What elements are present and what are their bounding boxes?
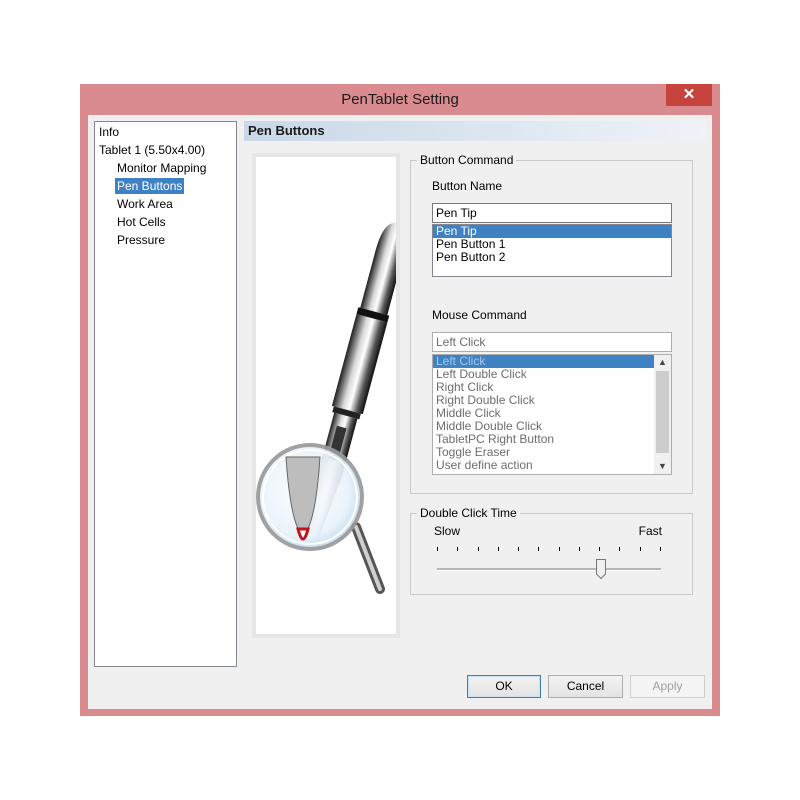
tree-item-info[interactable]: Info [97,124,121,140]
tree-item-monitor-mapping[interactable]: Monitor Mapping [115,160,208,176]
ok-button[interactable]: OK [467,675,541,698]
cancel-button[interactable]: Cancel [548,675,623,698]
button-name-field[interactable]: Pen Tip [432,203,672,223]
button-command-group-title: Button Command [417,153,517,167]
button-name-list[interactable]: Pen Tip Pen Button 1 Pen Button 2 [432,224,672,277]
button-command-group: Button Command Button Name Pen Tip Pen T… [410,153,693,494]
apply-button[interactable]: Apply [630,675,705,698]
chevron-up-icon[interactable]: ▲ [654,355,671,370]
window-title: PenTablet Setting [341,91,459,108]
button-name-label: Button Name [432,179,503,193]
slider-track [437,568,661,571]
pen-icon [256,222,406,594]
pen-illustration [252,153,406,638]
tree-item-pressure[interactable]: Pressure [115,232,167,248]
mouse-command-scrollbar[interactable]: ▲ ▼ [654,355,671,474]
mouse-command-list[interactable]: Left Click Left Double Click Right Click… [432,354,672,475]
slider-tick [498,547,499,551]
mouse-command-field[interactable]: Left Click [432,332,672,352]
close-icon: ✕ [682,86,696,103]
dialog-client-area: Info Tablet 1 (5.50x4.00) Monitor Mappin… [88,115,712,709]
slider-tick [437,547,438,551]
slider-tick [640,547,641,551]
double-click-time-group: Double Click Time Slow Fast [410,506,693,595]
chevron-down-icon[interactable]: ▼ [654,459,671,474]
slider-thumb[interactable] [596,559,606,579]
slider-tick [599,547,600,551]
slider-tick [518,547,519,551]
slow-label: Slow [434,524,461,538]
list-item-pen-button-2[interactable]: Pen Button 2 [433,251,671,264]
slider-tick [457,547,458,551]
pentablet-setting-window: PenTablet Setting ✕ Info Tablet 1 (5.50x… [80,84,720,716]
tree-item-tablet[interactable]: Tablet 1 (5.50x4.00) [97,142,207,158]
tree-item-work-area[interactable]: Work Area [115,196,175,212]
slider-tick [478,547,479,551]
mouse-command-label: Mouse Command [432,308,527,322]
slider-tick [660,547,661,551]
tree-item-pen-buttons[interactable]: Pen Buttons [115,178,185,194]
settings-tree[interactable]: Info Tablet 1 (5.50x4.00) Monitor Mappin… [94,121,237,667]
slider-tick [619,547,620,551]
slider-tick [579,547,580,551]
panel-title: Pen Buttons [244,121,706,141]
close-button[interactable]: ✕ [666,84,712,106]
fast-label: Fast [638,524,662,538]
scrollbar-thumb[interactable] [656,371,669,453]
slider-tick [538,547,539,551]
double-click-time-slider[interactable] [437,542,661,582]
double-click-time-group-title: Double Click Time [417,506,520,520]
tree-item-hot-cells[interactable]: Hot Cells [115,214,168,230]
list-item-user-define-action[interactable]: User define action [433,459,671,472]
slider-tick [559,547,560,551]
title-bar[interactable]: PenTablet Setting ✕ [80,84,720,116]
